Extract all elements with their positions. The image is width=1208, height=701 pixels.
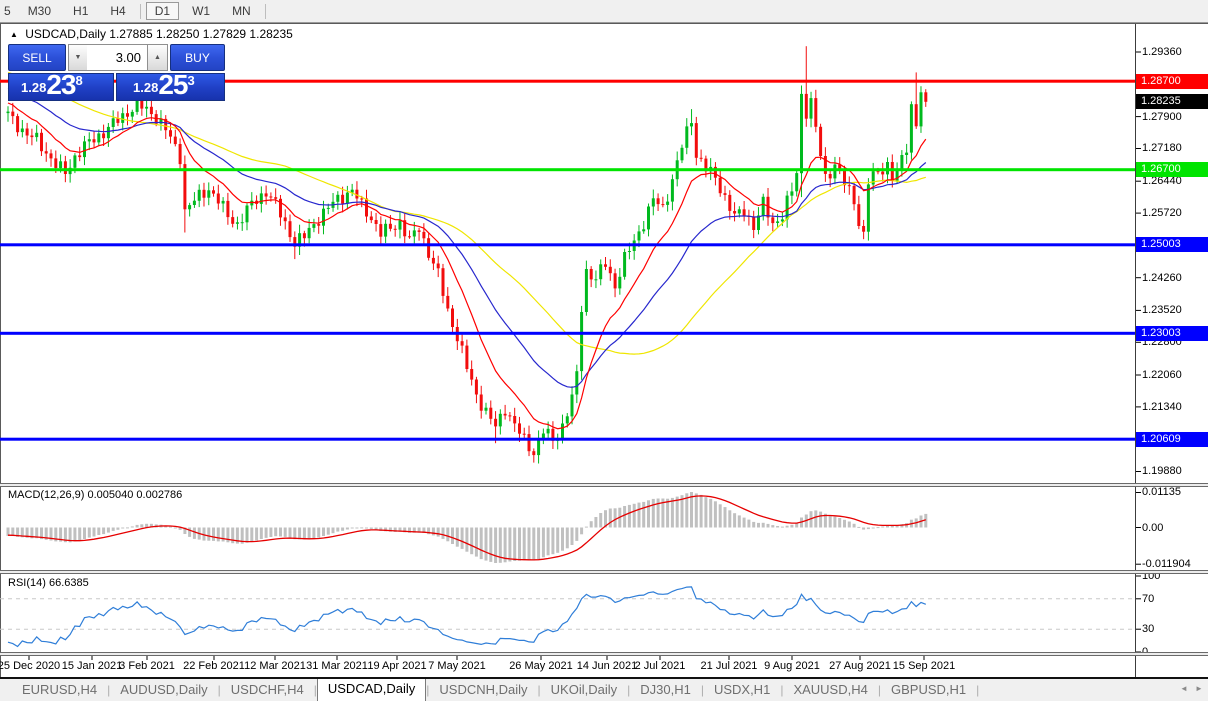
price-tick-label: 1.27180 bbox=[1142, 141, 1206, 155]
macd-tick-label: 0.00 bbox=[1142, 521, 1206, 535]
date-tick-label: 26 May 2021 bbox=[504, 660, 578, 672]
tab-ukoil[interactable]: UKOil,Daily bbox=[541, 679, 627, 701]
level-price-label: 1.23003 bbox=[1136, 326, 1208, 341]
one-click-trading-panel: SELL ▼ ▲ BUY 1.28 23 8 1.28 25 3 bbox=[8, 44, 225, 101]
price-tick-label: 1.21340 bbox=[1142, 400, 1206, 414]
sell-price-base: 1.28 bbox=[21, 78, 46, 98]
buy-price-base: 1.28 bbox=[133, 78, 158, 98]
chart-title-symbol: USDCAD,Daily bbox=[25, 27, 106, 41]
tab-usdchf[interactable]: USDCHF,H4 bbox=[221, 679, 314, 701]
level-price-label: 1.26700 bbox=[1136, 162, 1208, 177]
tab-separator: | bbox=[976, 683, 979, 697]
chart-title-ohlc: 1.27885 1.28250 1.27829 1.28235 bbox=[109, 27, 293, 41]
date-tick-label: 3 Feb 2021 bbox=[110, 660, 184, 672]
date-axis-splitter bbox=[0, 652, 1208, 656]
chart-title: ▲ USDCAD,Daily 1.27885 1.28250 1.27829 1… bbox=[10, 27, 293, 41]
price-tick-label: 1.22060 bbox=[1142, 368, 1206, 382]
tab-usdx[interactable]: USDX,H1 bbox=[704, 679, 780, 701]
date-tick-label: 7 May 2021 bbox=[420, 660, 494, 672]
price-tick-label: 1.24260 bbox=[1142, 271, 1206, 285]
price-tick-label: 1.23520 bbox=[1142, 303, 1206, 317]
candlestick-chart-canvas[interactable] bbox=[0, 0, 1208, 701]
trade-panel-top-row: SELL ▼ ▲ BUY bbox=[8, 44, 225, 71]
date-tick-label: 27 Aug 2021 bbox=[823, 660, 897, 672]
volume-increase-button[interactable]: ▲ bbox=[148, 44, 168, 71]
buy-price-pips: 25 bbox=[158, 72, 187, 98]
level-price-label: 1.25003 bbox=[1136, 237, 1208, 252]
level-price-label: 1.28700 bbox=[1136, 74, 1208, 89]
rsi-tick-label: 30 bbox=[1142, 622, 1206, 636]
sell-button[interactable]: SELL bbox=[8, 44, 66, 71]
rsi-label: RSI(14) 66.6385 bbox=[8, 577, 89, 589]
sell-price-point: 8 bbox=[75, 73, 82, 88]
price-tick-label: 1.19880 bbox=[1142, 464, 1206, 478]
tab-scroll-right-icon[interactable]: ► bbox=[1195, 684, 1203, 693]
tab-usdcnh[interactable]: USDCNH,Daily bbox=[429, 679, 537, 701]
price-tick-label: 1.27900 bbox=[1142, 110, 1206, 124]
current-price-label: 1.28235 bbox=[1136, 94, 1208, 109]
volume-decrease-button[interactable]: ▼ bbox=[68, 44, 88, 71]
price-tick-label: 1.25720 bbox=[1142, 206, 1206, 220]
buy-price-box[interactable]: 1.28 25 3 bbox=[116, 73, 225, 101]
tab-scroll-left-icon[interactable]: ◄ bbox=[1180, 684, 1188, 693]
rsi-tick-label: 70 bbox=[1142, 592, 1206, 606]
tab-audusd[interactable]: AUDUSD,Daily bbox=[110, 679, 217, 701]
macd-tick-label: 0.01135 bbox=[1142, 485, 1206, 499]
macd-label: MACD(12,26,9) 0.005040 0.002786 bbox=[8, 489, 182, 501]
macd-panel-splitter[interactable] bbox=[0, 483, 1208, 487]
level-price-label: 1.20609 bbox=[1136, 432, 1208, 447]
tab-eurusd[interactable]: EURUSD,H4 bbox=[12, 679, 107, 701]
sell-price-box[interactable]: 1.28 23 8 bbox=[8, 73, 114, 101]
date-tick-label: 15 Sep 2021 bbox=[887, 660, 961, 672]
tab-xauusd[interactable]: XAUUSD,H4 bbox=[783, 679, 877, 701]
volume-input[interactable] bbox=[87, 44, 148, 71]
sell-price-pips: 23 bbox=[46, 72, 75, 98]
buy-price-point: 3 bbox=[187, 73, 194, 88]
collapse-triangle-icon[interactable]: ▲ bbox=[10, 30, 18, 39]
price-tick-label: 1.29360 bbox=[1142, 45, 1206, 59]
date-tick-label: 2 Jul 2021 bbox=[623, 660, 697, 672]
tab-gbpusd[interactable]: GBPUSD,H1 bbox=[881, 679, 976, 701]
tab-dj30[interactable]: DJ30,H1 bbox=[630, 679, 701, 701]
chevron-up-icon: ▲ bbox=[154, 54, 161, 61]
symbol-tab-bar: EURUSD,H4|AUDUSD,Daily|USDCHF,H4|USDCAD,… bbox=[0, 679, 1208, 701]
price-axis-border bbox=[1135, 24, 1136, 677]
date-tick-label: 9 Aug 2021 bbox=[755, 660, 829, 672]
tab-usdcad[interactable]: USDCAD,Daily bbox=[317, 679, 426, 701]
chevron-down-icon: ▼ bbox=[75, 54, 82, 61]
trading-terminal: 5M30H1H4D1W1MN ▲ USDCAD,Daily 1.27885 1.… bbox=[0, 0, 1208, 701]
rsi-panel-splitter[interactable] bbox=[0, 570, 1208, 574]
buy-button[interactable]: BUY bbox=[170, 44, 225, 71]
